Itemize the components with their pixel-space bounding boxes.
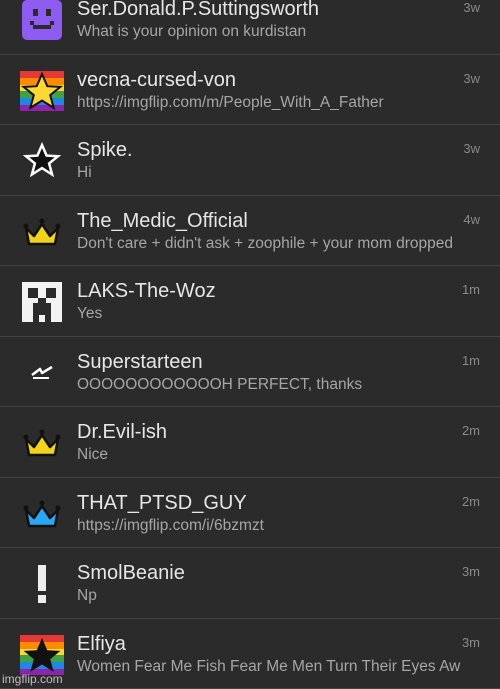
notification-time: 3w [463, 71, 480, 86]
notification-time: 4w [463, 212, 480, 227]
notification-time: 2m [462, 423, 480, 438]
slash-squiggle-icon[interactable] [20, 351, 64, 395]
notification-time: 2m [462, 494, 480, 509]
notification-item[interactable]: THAT_PTSD_GUY https://imgflip.com/i/6bzm… [0, 478, 500, 549]
notification-username[interactable]: vecna-cursed-von [77, 69, 236, 92]
imgflip-watermark: imgflip.com [2, 672, 63, 686]
notification-username[interactable]: LAKS-The-Woz [77, 280, 216, 303]
notification-time: 3w [463, 141, 480, 156]
notification-username[interactable]: Superstarteen [77, 351, 203, 374]
notification-item[interactable]: Superstarteen OOOOOOOOOOOOH PERFECT, tha… [0, 337, 500, 408]
notification-message: Yes [77, 305, 477, 323]
notification-time: 3w [463, 0, 480, 15]
notification-item[interactable]: The_Medic_Official Don't care + didn't a… [0, 196, 500, 267]
blue-crown-icon[interactable] [20, 492, 64, 536]
exclamation-icon[interactable] [20, 562, 64, 606]
notification-item[interactable]: Spike. Hi 3w [0, 125, 500, 196]
notification-time: 1m [462, 353, 480, 368]
notification-list: Ser.Donald.P.Suttingsworth What is your … [0, 0, 500, 689]
notification-username[interactable]: Elfiya [77, 633, 126, 656]
gold-crown-icon[interactable] [20, 421, 64, 465]
notification-item[interactable]: Elfiya Women Fear Me Fish Fear Me Men Tu… [0, 619, 500, 689]
notification-message: Don't care + didn't ask + zoophile + you… [77, 235, 477, 253]
outline-star-icon[interactable] [20, 139, 64, 183]
notification-message: What is your opinion on kurdistan [77, 23, 477, 41]
notification-item[interactable]: vecna-cursed-von https://imgflip.com/m/P… [0, 55, 500, 126]
creeper-face-icon[interactable] [20, 280, 64, 324]
notification-message: Np [77, 587, 477, 605]
notification-time: 1m [462, 282, 480, 297]
notification-time: 3m [462, 564, 480, 579]
notification-username[interactable]: Spike. [77, 139, 133, 162]
notification-username[interactable]: SmolBeanie [77, 562, 185, 585]
rainbow-black-star-icon[interactable] [20, 633, 64, 677]
notification-username[interactable]: The_Medic_Official [77, 210, 248, 233]
rainbow-star-icon[interactable] [20, 69, 64, 113]
notification-item[interactable]: Dr.Evil-ish Nice 2m [0, 407, 500, 478]
notification-username[interactable]: Ser.Donald.P.Suttingsworth [77, 0, 319, 21]
notification-item[interactable]: LAKS-The-Woz Yes 1m [0, 266, 500, 337]
notification-username[interactable]: THAT_PTSD_GUY [77, 492, 247, 515]
notification-message: https://imgflip.com/m/People_With_A_Fath… [77, 94, 477, 112]
gold-crown-icon[interactable] [20, 210, 64, 254]
notification-message: OOOOOOOOOOOOH PERFECT, thanks [77, 376, 477, 394]
notification-time: 3m [462, 635, 480, 650]
notification-message: https://imgflip.com/i/6bzmzt [77, 517, 477, 535]
notification-message: Nice [77, 446, 477, 464]
notification-message: Women Fear Me Fish Fear Me Men Turn Thei… [77, 658, 477, 676]
notification-item[interactable]: Ser.Donald.P.Suttingsworth What is your … [0, 0, 500, 55]
notification-item[interactable]: SmolBeanie Np 3m [0, 548, 500, 619]
notification-username[interactable]: Dr.Evil-ish [77, 421, 167, 444]
notification-message: Hi [77, 164, 477, 182]
purple-smiley-icon[interactable] [20, 0, 64, 42]
